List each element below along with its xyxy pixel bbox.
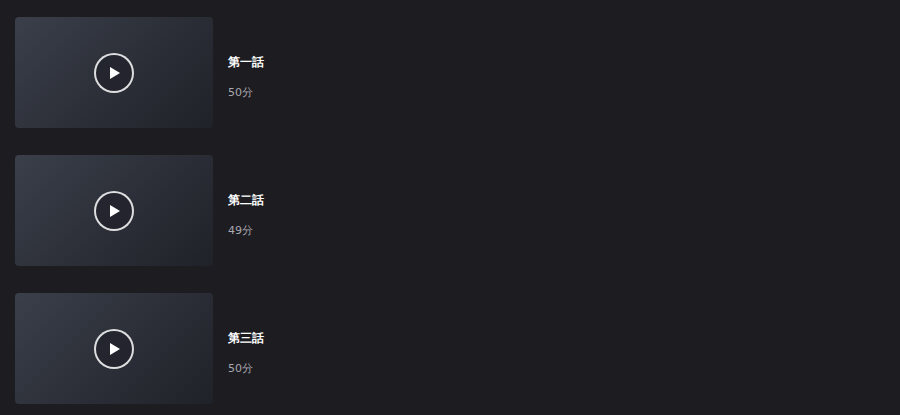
episode-duration: 49分 xyxy=(228,223,264,238)
episode-row[interactable]: 第三話 50分 xyxy=(15,293,900,404)
episode-duration: 50分 xyxy=(228,85,264,100)
episode-thumbnail[interactable] xyxy=(15,155,213,266)
episode-row[interactable]: 第一話 50分 xyxy=(15,17,900,128)
episode-info: 第一話 50分 xyxy=(228,17,264,100)
episode-title: 第一話 xyxy=(228,54,264,70)
play-icon xyxy=(106,203,122,219)
episode-title: 第三話 xyxy=(228,330,264,346)
episode-row[interactable]: 第二話 49分 xyxy=(15,155,900,266)
episode-thumbnail[interactable] xyxy=(15,293,213,404)
play-icon xyxy=(106,341,122,357)
play-button[interactable] xyxy=(94,191,134,231)
episode-thumbnail[interactable] xyxy=(15,17,213,128)
episode-page: 第一話50分第二話49分第三話50分 xyxy=(0,0,900,415)
play-button[interactable] xyxy=(94,53,134,93)
episode-duration: 50分 xyxy=(228,361,264,376)
episode-info: 第三話 50分 xyxy=(228,293,264,376)
play-button[interactable] xyxy=(94,329,134,369)
episode-title: 第二話 xyxy=(228,192,264,208)
episode-list: 第一話50分第二話49分第三話50分 xyxy=(15,17,900,404)
play-icon xyxy=(106,65,122,81)
episode-info: 第二話 49分 xyxy=(228,155,264,238)
